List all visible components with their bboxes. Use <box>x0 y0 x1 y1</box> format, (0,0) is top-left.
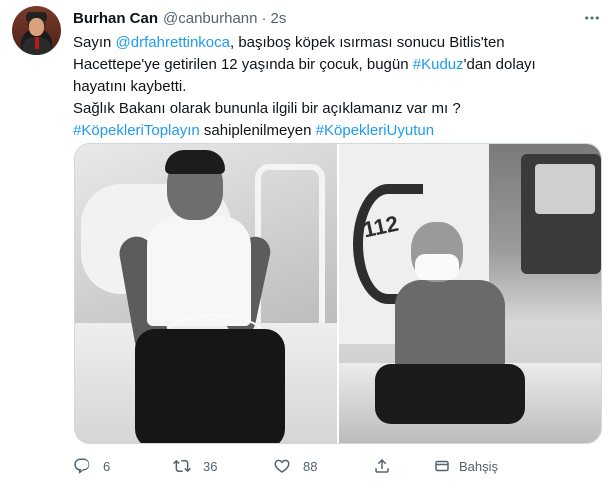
author-handle[interactable]: @canburhann <box>163 10 257 27</box>
author-display-name[interactable]: Burhan Can <box>73 10 158 27</box>
more-icon <box>585 16 599 20</box>
tweet[interactable]: Burhan Can @canburhann · 2s Sayın @drfah… <box>0 0 614 489</box>
tweet-text-line: Sağlık Bakanı olarak bununla ilgili bir … <box>73 100 461 117</box>
tweet-text-line: Sayın @drfahrettinkoca, başıboş köpek ıs… <box>73 32 593 54</box>
tip-icon <box>435 460 449 472</box>
tweet-text-line: hayatını kaybetti. <box>73 78 187 95</box>
retweet-count: 36 <box>203 458 218 474</box>
text-segment: 'dan dolayı <box>463 56 536 73</box>
hashtag-link[interactable]: #KöpekleriToplayın <box>73 122 200 139</box>
text-segment: sahiplenilmeyen <box>199 122 316 139</box>
tweet-text-line: #KöpekleriToplayın sahiplenilmeyen #Köpe… <box>73 120 593 142</box>
like-button[interactable]: 88 <box>273 455 373 477</box>
mention-link[interactable]: @drfahrettinkoca <box>116 34 230 51</box>
tweet-media: 112 <box>74 143 602 444</box>
photo-hospital-bed[interactable] <box>75 144 337 443</box>
reply-count: 6 <box>103 458 111 474</box>
more-button[interactable] <box>580 8 604 28</box>
tweet-text: Sayın @drfahrettinkoca, başıboş köpek ıs… <box>73 32 593 142</box>
analytics-button[interactable] <box>373 455 433 477</box>
hashtag-link[interactable]: #Kuduz <box>413 56 464 73</box>
text-segment: Sayın <box>73 34 116 51</box>
avatar[interactable] <box>12 6 61 55</box>
text-segment: Hacettepe'ye getirilen 12 yaşında bir ço… <box>73 56 413 73</box>
avatar-tie <box>35 37 39 49</box>
cable-shape <box>155 314 275 384</box>
hair-shape <box>165 150 225 174</box>
retweet-button[interactable]: 36 <box>173 455 273 477</box>
like-count: 88 <box>303 458 318 474</box>
tweet-text-line: Hacettepe'ye getirilen 12 yaşında bir ço… <box>73 54 593 76</box>
avatar-face <box>29 18 44 36</box>
tweet-header: Burhan Can @canburhann · 2s <box>73 8 286 28</box>
tip-label: Bahşiş <box>459 458 499 474</box>
body-shape <box>147 216 251 326</box>
hashtag-link[interactable]: #KöpekleriUyutun <box>316 122 434 139</box>
tweet-actions: 6 36 88 Bahşiş <box>73 455 573 477</box>
monitor-shape <box>535 164 595 214</box>
legs-shape <box>375 364 525 424</box>
heart-icon <box>274 459 290 473</box>
face-mask-shape <box>415 254 459 280</box>
photo-ambulance[interactable]: 112 <box>339 144 601 443</box>
tip-button[interactable]: Bahşiş <box>433 455 498 477</box>
tweet-time[interactable]: 2s <box>270 10 286 27</box>
analytics-icon <box>375 458 389 473</box>
body-shape <box>395 280 505 370</box>
text-segment: , başıboş köpek ısırması sonucu Bitlis't… <box>229 34 505 51</box>
separator-dot: · <box>261 9 267 27</box>
reply-icon <box>74 458 90 474</box>
reply-button[interactable]: 6 <box>73 455 173 477</box>
retweet-icon <box>173 459 191 473</box>
